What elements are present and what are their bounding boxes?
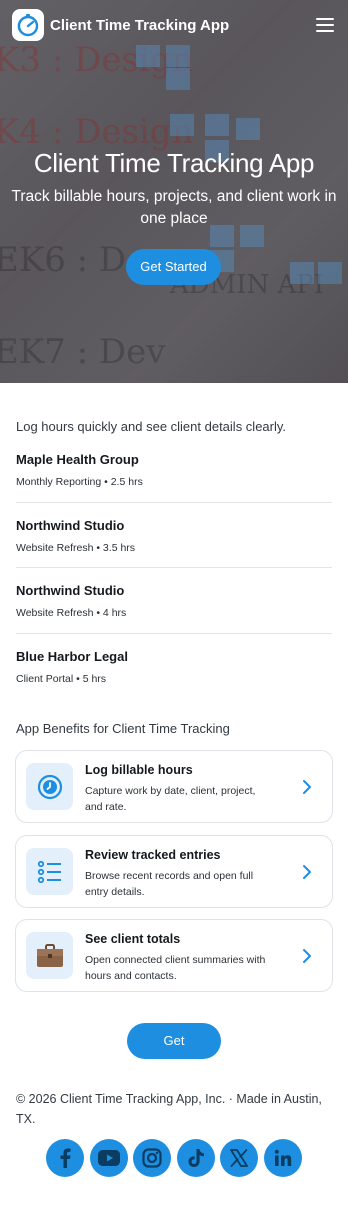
entry-meta: Monthly Reporting • 2.5 hrs (16, 476, 143, 488)
youtube-icon[interactable] (89, 1139, 128, 1177)
entry-client-name: Maple Health Group (16, 452, 139, 467)
benefit-description: Browse recent records and open full entr… (85, 870, 254, 898)
divider (16, 502, 332, 503)
x-icon[interactable] (220, 1139, 258, 1177)
time-entry-item[interactable]: Northwind Studio Website Refresh • 4 hrs (16, 583, 332, 648)
instagram-icon[interactable] (133, 1139, 171, 1177)
clock-icon (26, 763, 73, 810)
footer-copyright: © 2026 Client Time Tracking App, Inc. · … (16, 1092, 322, 1126)
entry-meta: Website Refresh • 4 hrs (16, 607, 127, 619)
benefits-heading: App Benefits for Client Time Tracking (16, 721, 230, 736)
benefit-card-log-hours[interactable]: Log billable hours Capture work by date,… (15, 750, 333, 823)
stopwatch-icon[interactable] (12, 9, 44, 41)
chevron-right-icon (302, 864, 312, 885)
benefit-card-client-totals[interactable]: See client totals Open connected client … (15, 919, 333, 992)
benefit-description: Open connected client summaries with hou… (85, 954, 266, 982)
hero-subtitle: Track billable hours, projects, and clie… (11, 188, 337, 227)
benefit-card-review-entries[interactable]: Review tracked entries Browse recent rec… (15, 835, 333, 908)
time-entry-item[interactable]: Northwind Studio Website Refresh • 3.5 h… (16, 518, 332, 583)
benefit-description: Capture work by date, client, project, a… (85, 785, 256, 813)
entry-client-name: Northwind Studio (16, 583, 125, 598)
chevron-right-icon (302, 779, 312, 800)
divider (16, 567, 332, 568)
top-navigation-bar: Client Time Tracking App (12, 9, 336, 41)
social-links (46, 1139, 302, 1177)
briefcase-icon (26, 932, 73, 979)
hamburger-menu-icon[interactable] (316, 18, 334, 32)
benefit-title: Log billable hours (85, 763, 193, 777)
entries-intro: Log hours quickly and see client details… (16, 419, 287, 434)
chevron-right-icon (302, 948, 312, 969)
entry-meta: Client Portal • 5 hrs (16, 673, 107, 685)
divider (16, 633, 332, 634)
time-entry-item[interactable]: Maple Health Group Monthly Reporting • 2… (16, 452, 332, 517)
hero-title: Client Time Tracking App (33, 148, 315, 178)
entry-client-name: Northwind Studio (16, 518, 125, 533)
facebook-icon[interactable] (46, 1139, 84, 1177)
benefit-title: Review tracked entries (85, 848, 221, 862)
linkedin-icon[interactable] (263, 1139, 302, 1177)
list-icon (26, 848, 73, 895)
entry-meta: Website Refresh • 3.5 hrs (16, 542, 136, 554)
hero-get-started-button[interactable]: Get Started (126, 249, 221, 285)
app-name[interactable]: Client Time Tracking App (50, 17, 229, 34)
hero-section: K3 : Design K4 : Design EK6 : Dev EK7 : … (0, 0, 348, 383)
bottom-get-started-button[interactable]: Get Started (127, 1023, 221, 1084)
tiktok-icon[interactable] (176, 1139, 215, 1177)
time-entry-item[interactable]: Blue Harbor Legal Client Portal • 5 hrs (16, 649, 332, 714)
entry-client-name: Blue Harbor Legal (16, 649, 128, 664)
benefit-title: See client totals (85, 932, 181, 946)
